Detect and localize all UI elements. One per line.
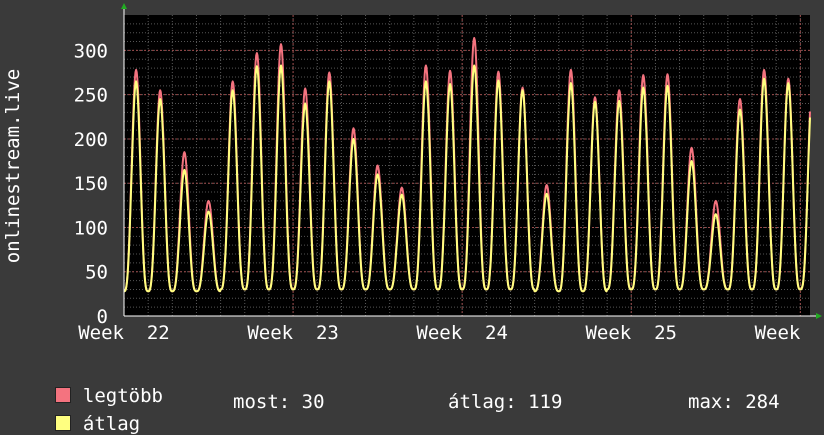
x-axis-arrow-icon bbox=[816, 313, 822, 319]
x-tick-label: Week 22 bbox=[78, 322, 170, 344]
x-tick-label: Week 24 bbox=[416, 322, 508, 344]
y-tick-label: 150 bbox=[74, 173, 108, 195]
legend-item-avg: átlag bbox=[32, 391, 140, 435]
x-tick-label: Week 23 bbox=[247, 322, 339, 344]
x-tick-label: Week 26 bbox=[755, 322, 824, 344]
stat-now: most: 30 bbox=[233, 391, 325, 413]
stat-max: max: 284 bbox=[688, 391, 780, 413]
y-tick-label: 200 bbox=[74, 129, 108, 151]
y-tick-label: 100 bbox=[74, 217, 108, 239]
y-tick-label: 300 bbox=[74, 40, 108, 62]
y-axis-label: onlinestream.live bbox=[2, 69, 24, 263]
y-axis-arrow-icon bbox=[121, 3, 127, 9]
x-tick-label: Week 25 bbox=[585, 322, 677, 344]
y-tick-label: 50 bbox=[85, 262, 108, 284]
legend-label-avg: átlag bbox=[82, 413, 141, 435]
y-tick-label: 250 bbox=[74, 85, 108, 107]
legend-swatch-avg bbox=[54, 415, 71, 431]
stat-average: átlag: 119 bbox=[448, 391, 563, 413]
